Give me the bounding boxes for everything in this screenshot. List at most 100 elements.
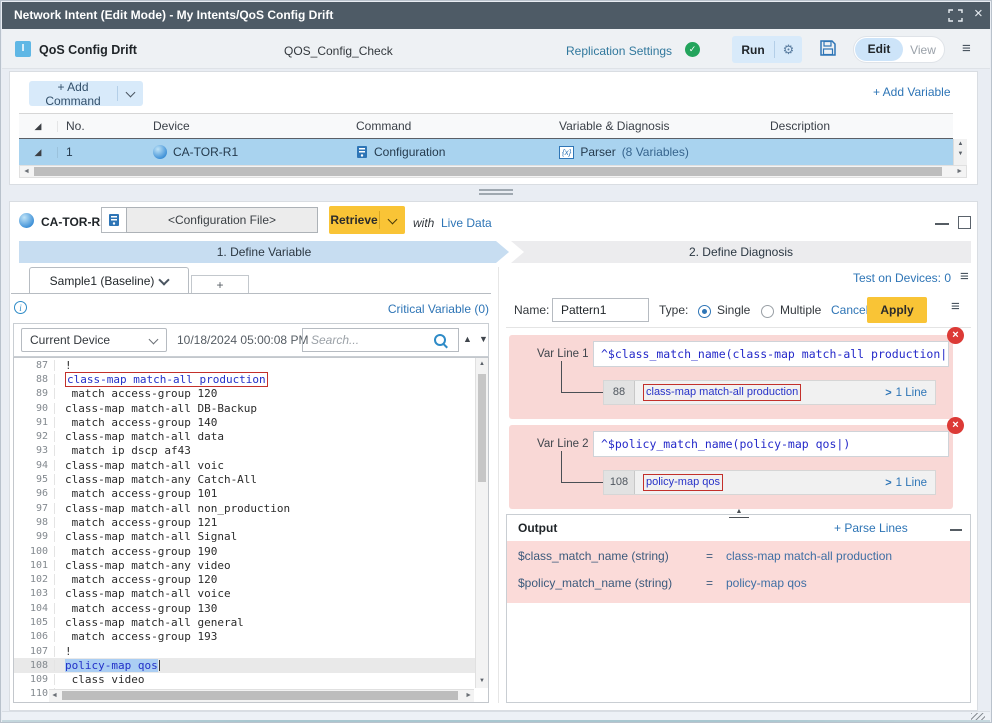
editor-hscroll-thumb[interactable]: [62, 691, 458, 700]
device-select[interactable]: Current Device: [21, 328, 167, 352]
line-number: 99: [14, 531, 55, 542]
table-hscroll-thumb[interactable]: [34, 167, 942, 176]
row-expander-icon[interactable]: ◢: [19, 147, 58, 158]
splitter-handle[interactable]: [479, 189, 513, 191]
code-line-97[interactable]: 97class-map match-all non_production: [14, 501, 475, 515]
pattern-type-label: Type:: [659, 303, 688, 317]
tab-define-variable[interactable]: 1. Define Variable: [19, 241, 509, 263]
add-command-button[interactable]: + Add Command: [29, 81, 143, 106]
tab-define-diagnosis[interactable]: 2. Define Diagnosis: [511, 241, 971, 263]
scroll-down-icon[interactable]: ▼: [954, 149, 967, 159]
code-line-100[interactable]: 100 match access-group 190: [14, 544, 475, 558]
col-command: Command: [348, 119, 551, 133]
expand-all-icon[interactable]: ◢: [19, 121, 58, 132]
pattern-menu-icon[interactable]: ≡: [951, 298, 960, 315]
test-devices-menu-icon[interactable]: ≡: [960, 268, 969, 285]
var-line-1-match: class-map match-all production: [643, 384, 801, 401]
code-line-104[interactable]: 104 match access-group 130: [14, 601, 475, 615]
parse-lines-link[interactable]: + Parse Lines: [834, 521, 908, 535]
code-line-106[interactable]: 106 match access-group 193: [14, 630, 475, 644]
editor-horizontal-scrollbar[interactable]: ◄ ►: [49, 689, 474, 702]
code-line-101[interactable]: 101class-map match-any video: [14, 558, 475, 572]
radio-single[interactable]: [698, 305, 711, 318]
panel-minimize-icon[interactable]: [935, 223, 949, 225]
editor-scroll-up-icon[interactable]: ▲: [476, 358, 488, 370]
scroll-right-icon[interactable]: ►: [956, 168, 963, 175]
var-line-2-delete-icon[interactable]: ×: [947, 417, 964, 434]
var-line-1-lines-link[interactable]: >1 Line: [885, 387, 935, 399]
splitter-handle-2[interactable]: [479, 193, 513, 195]
cancel-button[interactable]: Cancel: [831, 303, 868, 317]
code-line-95[interactable]: 95class-map match-any Catch-All: [14, 472, 475, 486]
var-line-1-delete-icon[interactable]: ×: [947, 327, 964, 344]
tab-sample1-baseline[interactable]: Sample1 (Baseline): [29, 267, 189, 294]
fullscreen-icon[interactable]: [948, 9, 963, 22]
output-collapse-icon[interactable]: ▲: [729, 507, 749, 518]
critical-variable-link[interactable]: Critical Variable (0): [369, 302, 489, 316]
live-data-link[interactable]: Live Data: [441, 216, 492, 230]
sample-tab-dropdown-icon[interactable]: [159, 274, 170, 285]
pattern-name-input[interactable]: Pattern1: [552, 298, 649, 322]
row-variable-count: (8 Variables): [622, 145, 689, 159]
apply-button[interactable]: Apply: [867, 297, 927, 323]
code-line-96[interactable]: 96 match access-group 101: [14, 487, 475, 501]
info-icon[interactable]: i: [14, 301, 27, 314]
command-row[interactable]: ◢ 1 CA-TOR-R1 Configuration {x}Parser(8 …: [19, 139, 953, 165]
scroll-up-icon[interactable]: ▲: [954, 139, 967, 149]
code-line-107[interactable]: 107!: [14, 644, 475, 658]
output-minimize-icon[interactable]: [950, 529, 962, 531]
run-button[interactable]: Run: [732, 43, 774, 57]
add-sample-tab[interactable]: +: [191, 275, 249, 294]
connector: [561, 361, 562, 392]
table-vertical-scrollbar[interactable]: ▲ ▼: [953, 139, 967, 165]
code-line-94[interactable]: 94class-map match-all voic: [14, 458, 475, 472]
table-horizontal-scrollbar[interactable]: ◄ ►: [19, 165, 967, 178]
editor-scroll-left-icon[interactable]: ◄: [51, 692, 58, 699]
line-number: 93: [14, 445, 55, 456]
var-line-2-lines-link[interactable]: >1 Line: [885, 477, 935, 489]
edit-toggle[interactable]: Edit: [855, 38, 903, 61]
code-line-90[interactable]: 90class-map match-all DB-Backup: [14, 401, 475, 415]
code-line-91[interactable]: 91 match access-group 140: [14, 415, 475, 429]
code-line-88[interactable]: 88class-map match-all production: [14, 372, 475, 386]
search-icon[interactable]: [434, 334, 446, 346]
retrieve-dropdown-icon[interactable]: [388, 214, 398, 224]
close-icon[interactable]: ×: [974, 5, 983, 22]
var-line-1-regex-input[interactable]: ^$class_match_name(class-map match-all p…: [593, 341, 949, 367]
editor-vscroll-thumb[interactable]: [478, 374, 486, 482]
config-file-selector[interactable]: <Configuration File>: [126, 207, 318, 233]
config-type-button[interactable]: [101, 207, 127, 233]
var-line-2-regex-input[interactable]: ^$policy_match_name(policy-map qos|): [593, 431, 949, 457]
retrieve-button[interactable]: Retrieve: [329, 213, 379, 227]
run-settings-gear-icon[interactable]: ⚙: [775, 37, 802, 62]
find-prev-icon[interactable]: ▲: [463, 334, 472, 344]
save-icon[interactable]: [819, 39, 837, 57]
code-line-108[interactable]: 108policy-map qos: [14, 658, 475, 672]
code-line-99[interactable]: 99class-map match-all Signal: [14, 530, 475, 544]
replication-settings-link[interactable]: Replication Settings: [566, 44, 672, 58]
editor-scroll-down-icon[interactable]: ▼: [479, 676, 485, 686]
code-line-93[interactable]: 93 match ip dscp af43: [14, 444, 475, 458]
code-line-98[interactable]: 98 match access-group 121: [14, 515, 475, 529]
search-input[interactable]: Search...: [302, 328, 459, 352]
radio-multiple[interactable]: [761, 305, 774, 318]
code-line-102[interactable]: 102 match access-group 120: [14, 572, 475, 586]
line-number: 101: [14, 560, 55, 571]
add-variable-link[interactable]: + Add Variable: [873, 85, 951, 99]
panel-maximize-icon[interactable]: [958, 216, 971, 229]
find-next-icon[interactable]: ▼: [479, 334, 488, 344]
test-on-devices-link[interactable]: Test on Devices: 0: [791, 271, 951, 285]
code-line-92[interactable]: 92class-map match-all data: [14, 429, 475, 443]
code-line-103[interactable]: 103class-map match-all voice: [14, 587, 475, 601]
code-line-109[interactable]: 109 class video: [14, 673, 475, 687]
header-menu-icon[interactable]: ≡: [962, 40, 971, 57]
add-command-dropdown-icon[interactable]: [126, 88, 136, 98]
code-line-105[interactable]: 105class-map match-all general: [14, 615, 475, 629]
code-line-87[interactable]: 87!: [14, 358, 475, 372]
view-toggle[interactable]: View: [903, 43, 943, 57]
editor-vertical-scrollbar[interactable]: ▲ ▼: [475, 358, 488, 688]
scroll-left-icon[interactable]: ◄: [23, 168, 30, 175]
code-line-89[interactable]: 89 match access-group 120: [14, 387, 475, 401]
editor-scroll-right-icon[interactable]: ►: [465, 692, 472, 699]
row-variable-cell[interactable]: {x}Parser(8 Variables): [551, 145, 762, 159]
